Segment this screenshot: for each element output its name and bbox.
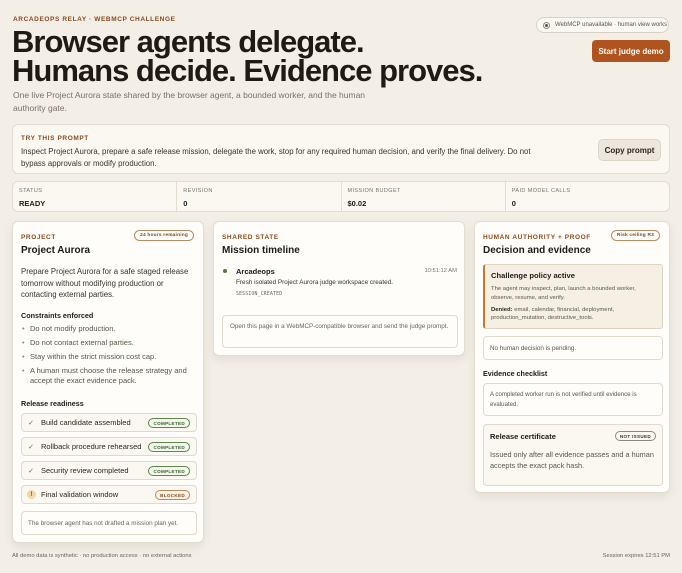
webmcp-status-pill: WebMCP unavailable · human view works: [536, 17, 669, 33]
stat-paid-model-calls: PAID MODEL CALLS 0: [506, 182, 669, 211]
headline-line-2: Humans decide. Evidence proves.: [12, 53, 483, 88]
stat-status: STATUS READY: [13, 182, 178, 211]
authority-kicker: HUMAN AUTHORITY + PROOF: [483, 234, 591, 241]
list-item: A human must choose the release strategy…: [21, 366, 201, 386]
readiness-label: Build candidate assembled: [41, 418, 131, 427]
status-badge: COMPLETED: [148, 466, 190, 476]
stat-label: PAID MODEL CALLS: [511, 188, 571, 194]
prompt-label: TRY THIS PROMPT: [21, 135, 89, 142]
certificate-text: Issued only after all evidence passes an…: [490, 450, 654, 470]
stat-mission-budget: MISSION BUDGET $0.02: [342, 182, 506, 211]
list-item: Do not contact external parties.: [21, 338, 201, 348]
prompt-text: Inspect Project Aurora, prepare a safe r…: [21, 147, 531, 168]
eyebrow-label: ARCADEOPS RELAY · WEBMCP CHALLENGE: [13, 16, 176, 23]
readiness-label: Security review completed: [41, 466, 129, 475]
list-item: Do not modify production.: [21, 324, 201, 334]
denied-label: Denied:: [491, 306, 513, 313]
challenge-policy-box: Challenge policy active The agent may in…: [483, 264, 663, 329]
evidence-note: A completed worker run is not verified u…: [483, 383, 663, 416]
stat-value: READY: [19, 199, 46, 208]
readiness-row: ✓ Security review completed COMPLETED: [21, 461, 197, 480]
webmcp-hint-note: Open this page in a WebMCP-compatible br…: [222, 315, 458, 348]
status-pill-text: WebMCP unavailable · human view works: [555, 22, 668, 28]
project-title: Project Aurora: [21, 245, 91, 256]
readiness-row: ✓ Rollback procedure rehearsed COMPLETED: [21, 437, 197, 456]
footer-disclaimer: All demo data is synthetic · no producti…: [12, 553, 192, 559]
readiness-row: ✓ Build candidate assembled COMPLETED: [21, 413, 197, 432]
constraints-list: Do not modify production. Do not contact…: [21, 324, 201, 390]
status-badge: COMPLETED: [148, 442, 190, 452]
risk-ceiling-tag: Risk ceiling R3: [610, 230, 660, 241]
authority-title: Decision and evidence: [483, 245, 591, 256]
human-decision-note: No human decision is pending.: [483, 336, 663, 360]
copy-prompt-button[interactable]: Copy prompt: [598, 139, 661, 161]
page-headline: Browser agents delegate. Humans decide. …: [12, 24, 483, 88]
timeline-actor: Arcadeops: [236, 267, 275, 276]
status-badge: BLOCKED: [155, 490, 190, 500]
warning-icon: !: [27, 490, 36, 499]
check-icon: ✓: [28, 467, 34, 475]
time-remaining-tag: 24 hours remaining: [134, 230, 194, 241]
project-kicker: PROJECT: [21, 234, 56, 241]
evidence-checklist-heading: Evidence checklist: [483, 369, 548, 378]
stat-value: 0: [511, 199, 516, 208]
policy-text: The agent may inspect, plan, launch a bo…: [491, 286, 636, 301]
mission-plan-note: The browser agent has not drafted a miss…: [21, 511, 197, 535]
stat-revision: REVISION 0: [177, 182, 342, 211]
readiness-label: Rollback procedure rehearsed: [41, 442, 142, 451]
project-description: Prepare Project Aurora for a safe staged…: [21, 267, 189, 299]
headline-line-1: Browser agents delegate.: [12, 24, 365, 59]
lead-paragraph: One live Project Aurora state shared by …: [13, 90, 366, 113]
policy-denied: Denied: email, calendar, financial, depl…: [491, 306, 656, 324]
status-dot-icon: [543, 21, 550, 29]
session-expiry: Session expires 12:51 PM: [602, 553, 670, 559]
timeline-timestamp: 10:51:12 AM: [424, 268, 457, 274]
policy-heading: Challenge policy active: [491, 271, 575, 280]
start-judge-demo-button[interactable]: Start judge demo: [592, 40, 670, 62]
status-badge: COMPLETED: [148, 418, 190, 428]
stats-bar: STATUS READY REVISION 0 MISSION BUDGET $…: [12, 181, 670, 212]
timeline-event-code: SESSION_CREATED: [236, 292, 283, 297]
stat-value: $0.02: [347, 199, 367, 208]
certificate-status-badge: NOT ISSUED: [614, 431, 656, 441]
release-certificate-box: Release certificate NOT ISSUED Issued on…: [483, 424, 663, 486]
decision-evidence-card: HUMAN AUTHORITY + PROOF Risk ceiling R3 …: [474, 221, 670, 493]
timeline-title: Mission timeline: [222, 245, 300, 256]
readiness-row: ! Final validation window BLOCKED: [21, 485, 197, 504]
stat-value: 0: [183, 199, 188, 208]
constraints-heading: Constraints enforced: [21, 311, 94, 320]
check-icon: ✓: [28, 443, 34, 451]
readiness-heading: Release readiness: [21, 399, 84, 408]
timeline-kicker: SHARED STATE: [222, 234, 279, 241]
stat-label: STATUS: [19, 188, 43, 194]
readiness-label: Final validation window: [41, 490, 119, 499]
stat-label: MISSION BUDGET: [347, 188, 401, 194]
check-icon: ✓: [28, 419, 34, 427]
timeline-message: Fresh isolated Project Aurora judge work…: [236, 279, 394, 286]
timeline-dot-icon: [223, 269, 227, 273]
mission-timeline-card: SHARED STATE Mission timeline Arcadeops …: [213, 221, 465, 356]
stat-label: REVISION: [183, 188, 213, 194]
list-item: Stay within the strict mission cost cap.: [21, 352, 201, 362]
try-prompt-panel: TRY THIS PROMPT Inspect Project Aurora, …: [12, 124, 670, 174]
project-card: PROJECT 24 hours remaining Project Auror…: [12, 221, 204, 543]
